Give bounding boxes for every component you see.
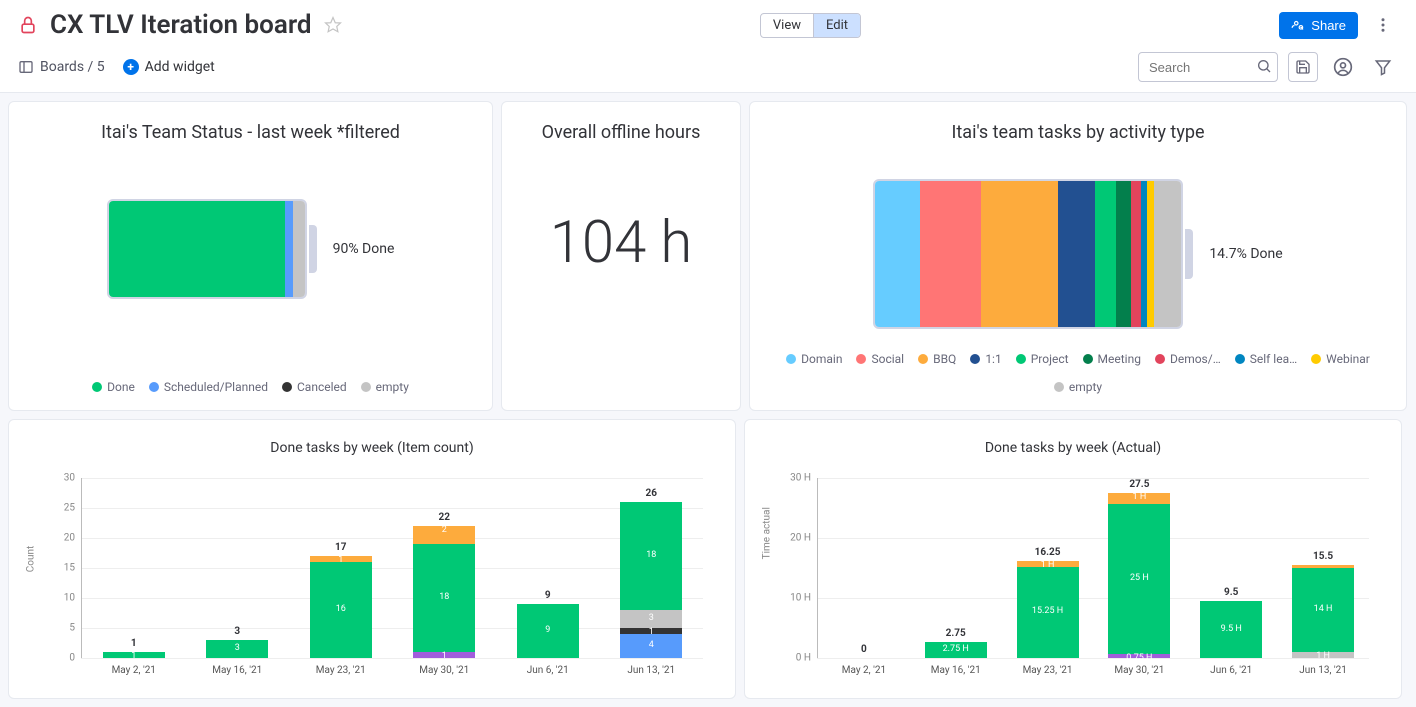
legend-item[interactable]: Done <box>92 380 135 394</box>
legend-item[interactable]: 1:1 <box>970 352 1001 366</box>
bar-column[interactable]: 2.752.75 HMay 16, '21 <box>910 628 1002 659</box>
legend-item[interactable]: Self lea… <box>1235 352 1297 366</box>
legend-item[interactable]: Webinar <box>1311 352 1370 366</box>
widget-done-count[interactable]: Done tasks by week (Item count) Count051… <box>8 419 736 699</box>
legend-item[interactable]: Meeting <box>1083 352 1141 366</box>
widget-title: Overall offline hours <box>542 122 701 143</box>
user-icon[interactable] <box>1328 52 1358 82</box>
widget-offline-hours[interactable]: Overall offline hours 104 h <box>501 101 741 411</box>
search-icon <box>1256 58 1272 74</box>
widget-title: Done tasks by week (Item count) <box>25 440 719 456</box>
boards-breadcrumb[interactable]: Boards / 5 <box>18 59 105 75</box>
legend-item[interactable]: BBQ <box>918 352 956 366</box>
widget-title: Done tasks by week (Actual) <box>761 440 1385 456</box>
bar-column[interactable]: 9.59.5 HJun 6, '21 <box>1185 587 1277 658</box>
lock-icon <box>18 15 38 35</box>
bar-column[interactable]: 11May 2, '21 <box>82 638 186 658</box>
edit-tab[interactable]: Edit <box>813 14 860 37</box>
add-widget-button[interactable]: + Add widget <box>123 59 215 75</box>
legend-item[interactable]: Domain <box>786 352 842 366</box>
view-tab[interactable]: View <box>761 14 813 37</box>
save-icon[interactable] <box>1288 52 1318 82</box>
legend-item[interactable]: empty <box>361 380 409 394</box>
bar-column[interactable]: 2641318Jun 13, '21 <box>600 488 704 658</box>
widget-activity-type[interactable]: Itai's team tasks by activity type 14.7%… <box>749 101 1407 411</box>
legend: Domain Social BBQ 1:1 Project Meeting Demos/… S… <box>766 334 1390 394</box>
bar-chart-actual: Time actual0 H10 H20 H30 H0May 2, '212.7… <box>761 478 1385 682</box>
bar-column[interactable]: 99Jun 6, '21 <box>496 590 600 658</box>
widget-team-status[interactable]: Itai's Team Status - last week *filtered… <box>8 101 493 411</box>
battery-pct: 90% Done <box>333 241 395 257</box>
battery-chart-1 <box>107 199 307 299</box>
battery-pct: 14.7% Done <box>1209 246 1282 262</box>
bar-column[interactable]: 17161May 23, '21 <box>289 542 393 658</box>
legend-item[interactable]: Canceled <box>282 380 347 394</box>
share-button[interactable]: Share <box>1279 12 1358 39</box>
page-title: CX TLV Iteration board <box>50 10 312 40</box>
bar-column[interactable]: 15.51 H14 HJun 13, '21 <box>1277 551 1369 658</box>
legend-item[interactable]: Social <box>856 352 904 366</box>
bar-column[interactable]: 16.2515.25 H1 HMay 23, '21 <box>1002 547 1094 659</box>
legend-item[interactable]: empty <box>1054 380 1102 394</box>
big-number: 104 h <box>550 209 693 277</box>
star-icon[interactable] <box>324 16 342 34</box>
filter-icon[interactable] <box>1368 52 1398 82</box>
widget-done-actual[interactable]: Done tasks by week (Actual) Time actual0… <box>744 419 1402 699</box>
more-icon[interactable] <box>1368 10 1398 40</box>
widget-title: Itai's team tasks by activity type <box>952 122 1205 143</box>
legend-item[interactable]: Scheduled/Planned <box>149 380 268 394</box>
bar-chart-count: Count05101520253011May 2, '2133May 16, '… <box>25 478 719 682</box>
view-edit-toggle[interactable]: View Edit <box>760 13 861 38</box>
bar-column[interactable]: 221182May 30, '21 <box>393 512 497 658</box>
legend-item[interactable]: Demos/… <box>1155 352 1221 366</box>
legend: Done Scheduled/Planned Canceled empty <box>92 362 409 394</box>
bar-column[interactable]: 33May 16, '21 <box>186 626 290 658</box>
bar-column[interactable]: 0May 2, '21 <box>818 644 910 658</box>
plus-icon: + <box>123 59 139 75</box>
battery-chart-2 <box>873 179 1183 329</box>
widget-title: Itai's Team Status - last week *filtered <box>101 122 400 143</box>
bar-column[interactable]: 27.50.75 H25 H1 HMay 30, '21 <box>1093 479 1185 658</box>
legend-item[interactable]: Project <box>1016 352 1069 366</box>
